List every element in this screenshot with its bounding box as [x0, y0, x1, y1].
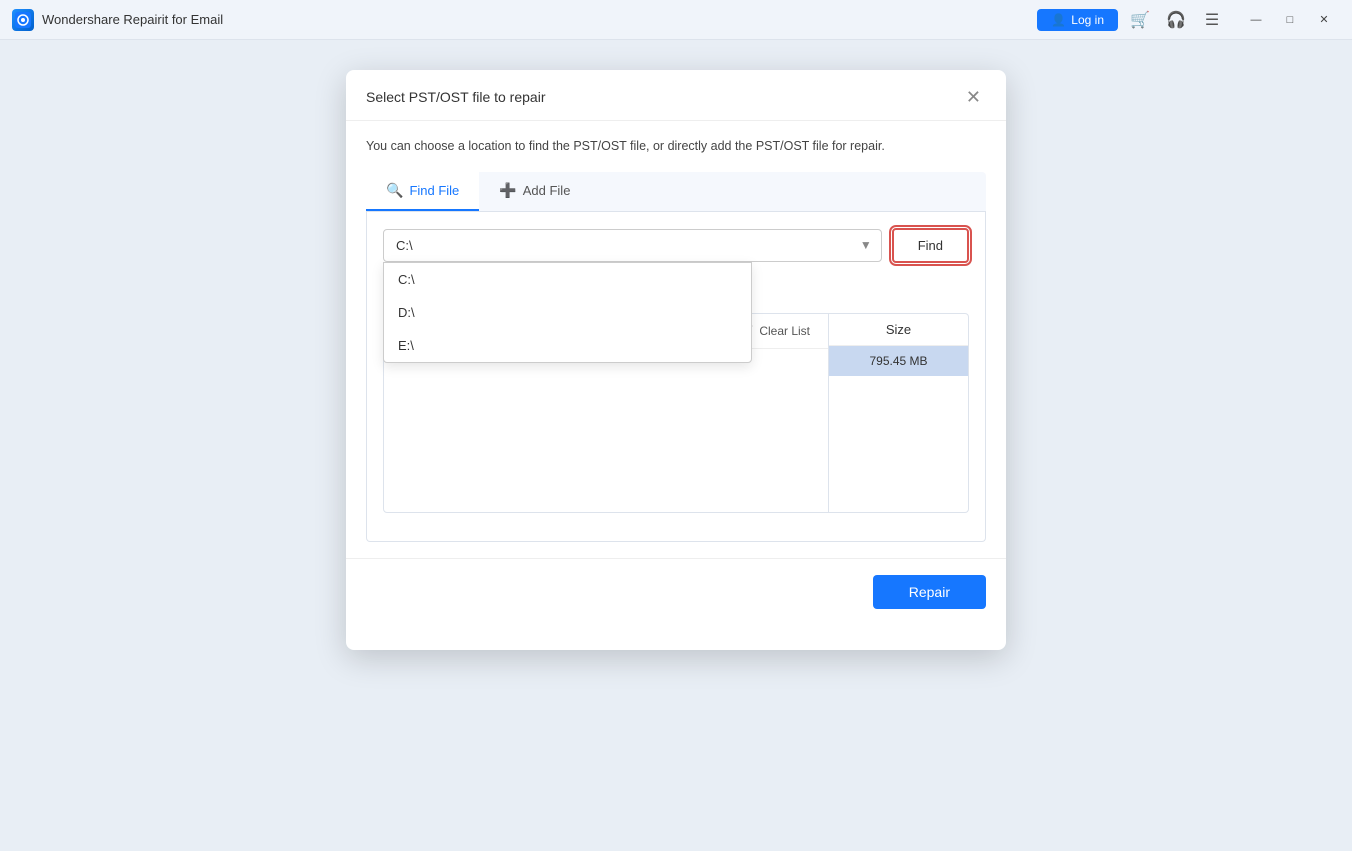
dialog-body: You can choose a location to find the PS… — [346, 121, 1006, 558]
minimize-button[interactable]: — — [1240, 6, 1272, 34]
selector-row: C:\ D:\ E:\ ▼ C:\ D:\ E:\ Find — [383, 228, 969, 263]
repair-button[interactable]: Repair — [873, 575, 986, 609]
dialog-header: Select PST/OST file to repair ✕ — [346, 70, 1006, 121]
main-content: Select PST/OST file to repair ✕ You can … — [0, 40, 1352, 851]
headset-icon-button[interactable]: 🎧 — [1162, 6, 1190, 34]
drive-select[interactable]: C:\ D:\ E:\ — [383, 229, 882, 262]
cart-icon-button[interactable]: 🛒 — [1126, 6, 1154, 34]
size-value: 795.45 MB — [829, 346, 968, 376]
tab-add-file[interactable]: ➕ Add File — [479, 172, 590, 211]
tab-bar: 🔍 Find File ➕ Add File — [366, 172, 986, 212]
content-panel: C:\ D:\ E:\ ▼ C:\ D:\ E:\ Find — [366, 212, 986, 542]
menu-icon-button[interactable]: ☰ — [1198, 6, 1226, 34]
tab-find-file[interactable]: 🔍 Find File — [366, 172, 479, 211]
dropdown-option-c[interactable]: C:\ — [384, 263, 751, 296]
drive-select-wrapper: C:\ D:\ E:\ ▼ C:\ D:\ E:\ — [383, 229, 882, 262]
find-button[interactable]: Find — [892, 228, 969, 263]
add-file-icon: ➕ — [499, 182, 516, 199]
login-button[interactable]: 👤 Log in — [1037, 9, 1118, 31]
size-column: Size 795.45 MB — [829, 313, 969, 513]
dialog-footer: Repair — [346, 558, 1006, 625]
app-title: Wondershare Repairit for Email — [42, 12, 223, 27]
dialog-title: Select PST/OST file to repair — [366, 89, 545, 105]
dropdown-option-d[interactable]: D:\ — [384, 296, 751, 329]
title-bar-right: 👤 Log in 🛒 🎧 ☰ — □ ✕ — [1037, 6, 1340, 34]
size-column-header: Size — [829, 314, 968, 346]
drive-dropdown: C:\ D:\ E:\ — [383, 262, 752, 363]
user-icon: 👤 — [1051, 13, 1066, 27]
app-icon — [12, 9, 34, 31]
title-bar: Wondershare Repairit for Email 👤 Log in … — [0, 0, 1352, 40]
dialog-close-button[interactable]: ✕ — [961, 86, 986, 108]
close-window-button[interactable]: ✕ — [1308, 6, 1340, 34]
find-file-icon: 🔍 — [386, 182, 403, 199]
maximize-button[interactable]: □ — [1274, 6, 1306, 34]
title-bar-left: Wondershare Repairit for Email — [12, 9, 1037, 31]
window-controls: — □ ✕ — [1240, 6, 1340, 34]
dialog-description: You can choose a location to find the PS… — [366, 137, 986, 156]
dropdown-option-e[interactable]: E:\ — [384, 329, 751, 362]
select-file-dialog: Select PST/OST file to repair ✕ You can … — [346, 70, 1006, 650]
